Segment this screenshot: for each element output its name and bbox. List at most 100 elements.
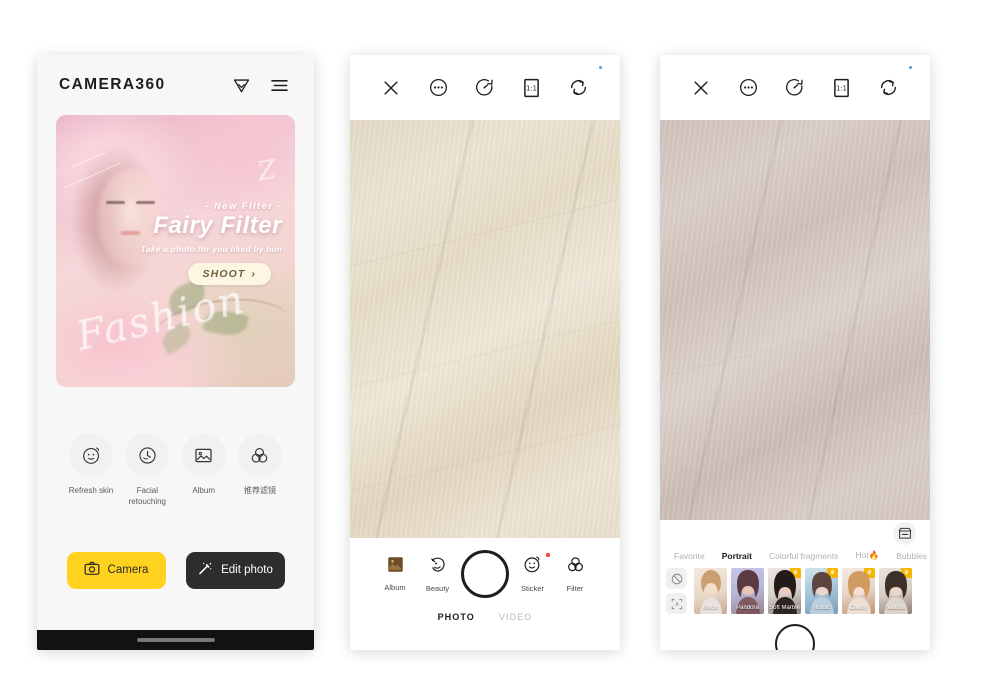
aspect-ratio-icon[interactable]: 1:1 — [829, 75, 855, 101]
feature-label: Facial retouching — [128, 486, 166, 506]
home-indicator[interactable] — [136, 638, 215, 642]
mode-photo[interactable]: PHOTO — [438, 612, 475, 622]
banner-shoot-label: SHOOT — [202, 268, 246, 280]
tab-hot[interactable]: Hot🔥 — [855, 550, 879, 561]
camera-viewfinder[interactable] — [660, 120, 930, 520]
filter-button[interactable]: Filter — [556, 555, 594, 593]
phone-camera-filter-screen: 1:1 Favorite Portrait Colorful fragments… — [660, 55, 930, 650]
camera-button-label: Camera — [107, 564, 149, 577]
system-navigation-bar — [37, 630, 314, 650]
status-dot-icon — [599, 66, 602, 69]
tab-bubbles[interactable]: Bubbles — [896, 551, 927, 561]
filter-circles-icon — [566, 555, 585, 579]
svg-text:1:1: 1:1 — [836, 84, 847, 92]
beauty-icon — [428, 555, 447, 579]
feature-refresh-skin[interactable]: Refresh skin — [63, 433, 119, 508]
banner-script-mark: Z — [255, 154, 279, 188]
tab-favorite[interactable]: Favorite — [674, 551, 705, 561]
beauty-button[interactable]: Beauty — [419, 555, 457, 593]
filter-name: Natural — [885, 605, 906, 611]
chevron-right-icon: › — [251, 268, 256, 280]
app-brand-title: CAMERA360 — [59, 76, 166, 93]
filter-name: Soft Marble — [769, 605, 800, 611]
filter-name: Pandora — [736, 605, 759, 611]
phone-camera-capture-screen: 1:1 Album Beauty Sticker Filter PHOTO VI… — [350, 55, 620, 650]
camera-viewfinder[interactable] — [350, 120, 620, 538]
camera-controls: Album Beauty Sticker Filter PHOTO VIDEO — [350, 538, 620, 650]
filter-thumbnail[interactable]: ♛ Nordic — [805, 568, 838, 614]
phone-home-screen: CAMERA360 Z Fashion - New Filter - Fairy… — [37, 55, 314, 650]
album-thumbnail-icon — [387, 556, 404, 578]
more-options-icon[interactable] — [425, 75, 451, 101]
banner-shoot-button[interactable]: SHOOT › — [187, 263, 271, 285]
camera-icon — [84, 561, 100, 579]
banner-title: Fairy Filter — [153, 212, 282, 239]
feature-recommended-filters[interactable]: 推荐滤镜 — [232, 433, 288, 508]
viewfinder-plank-seam — [660, 181, 930, 269]
sticker-smiley-icon — [523, 555, 542, 579]
banner-subtitle: Take a photo for you liked by him — [140, 243, 282, 254]
edit-photo-button[interactable]: Edit photo — [185, 551, 285, 589]
mode-video[interactable]: VIDEO — [499, 612, 533, 622]
tab-portrait[interactable]: Portrait — [722, 551, 752, 561]
filter-thumbnail[interactable]: Moon — [694, 568, 727, 614]
filter-name: Nordic — [812, 605, 831, 611]
face-retouch-clock-icon — [125, 433, 170, 477]
filter-thumbnail[interactable]: ♛ Soft Marble — [768, 568, 801, 614]
timer-icon[interactable] — [782, 75, 808, 101]
svg-text:A: A — [675, 602, 679, 608]
filter-name: Clarity — [849, 605, 867, 611]
flip-camera-icon[interactable] — [876, 75, 902, 101]
filter-thumbnail[interactable]: Pandora — [731, 568, 764, 614]
more-options-icon[interactable] — [735, 75, 761, 101]
camera-button[interactable]: Camera — [66, 551, 166, 589]
promo-banner[interactable]: Z Fashion - New Filter - Fairy Filter Ta… — [56, 115, 295, 387]
filter-thumbnail-strip[interactable]: A Moon Pandora ♛ Soft Marble ♛ Nordic ♛ … — [660, 561, 930, 614]
sticker-button[interactable]: Sticker — [514, 553, 552, 593]
camera-controls-row: Album Beauty Sticker Filter — [350, 538, 620, 598]
viewfinder-plank-seam — [350, 411, 620, 499]
status-dot-icon — [909, 66, 912, 69]
filter-category-tabs: Favorite Portrait Colorful fragments Hot… — [660, 550, 930, 561]
flip-camera-icon[interactable] — [566, 75, 592, 101]
photo-album-icon — [181, 433, 226, 477]
timer-icon[interactable] — [472, 75, 498, 101]
viewfinder-plank-seam — [350, 186, 620, 274]
feature-label: Refresh skin — [68, 486, 114, 495]
shutter-button[interactable] — [461, 550, 509, 598]
viewfinder-plank-seam — [660, 397, 930, 485]
primary-actions-row: Camera Edit photo — [37, 551, 314, 589]
close-icon[interactable] — [378, 75, 404, 101]
filter-thumbnail[interactable]: ♛ Clarity — [842, 568, 875, 614]
close-icon[interactable] — [688, 75, 714, 101]
control-label: Sticker — [521, 584, 544, 593]
svg-text:1:1: 1:1 — [526, 84, 537, 92]
feature-facial-retouching[interactable]: Facial retouching — [119, 433, 175, 508]
banner-text-block: - New Filter - Fairy Filter Take a photo… — [115, 201, 282, 254]
no-filter-icon[interactable] — [666, 568, 687, 589]
feature-album[interactable]: Album — [176, 433, 232, 508]
tab-colorful-fragments[interactable]: Colorful fragments — [769, 551, 838, 561]
capture-mode-switcher: PHOTO VIDEO — [350, 612, 620, 622]
auto-filter-icon[interactable]: A — [666, 593, 687, 614]
filter-side-controls: A — [666, 568, 687, 614]
filter-circles-icon — [237, 433, 282, 477]
feature-shortcuts-row: Refresh skin Facial retouching Album 推荐滤… — [37, 387, 314, 508]
filter-name: Moon — [702, 605, 718, 611]
edit-photo-button-label: Edit photo — [221, 564, 273, 577]
shutter-button[interactable] — [775, 624, 815, 650]
feature-label: 推荐滤镜 — [243, 486, 276, 495]
sticker-new-badge — [546, 553, 550, 557]
shutter-row — [660, 624, 930, 650]
control-label: Album — [384, 583, 406, 592]
control-label: Filter — [566, 584, 584, 593]
filter-picker-panel: Favorite Portrait Colorful fragments Hot… — [660, 520, 930, 650]
hamburger-menu-icon[interactable] — [266, 72, 292, 98]
album-button[interactable]: Album — [376, 556, 414, 592]
filter-store-row — [660, 520, 930, 550]
diamond-vip-icon[interactable] — [228, 72, 254, 98]
filter-thumbnail[interactable]: ♛ Natural — [879, 568, 912, 614]
aspect-ratio-icon[interactable]: 1:1 — [519, 75, 545, 101]
filter-store-icon[interactable] — [893, 522, 916, 545]
viewfinder-plank-seam — [350, 307, 620, 395]
